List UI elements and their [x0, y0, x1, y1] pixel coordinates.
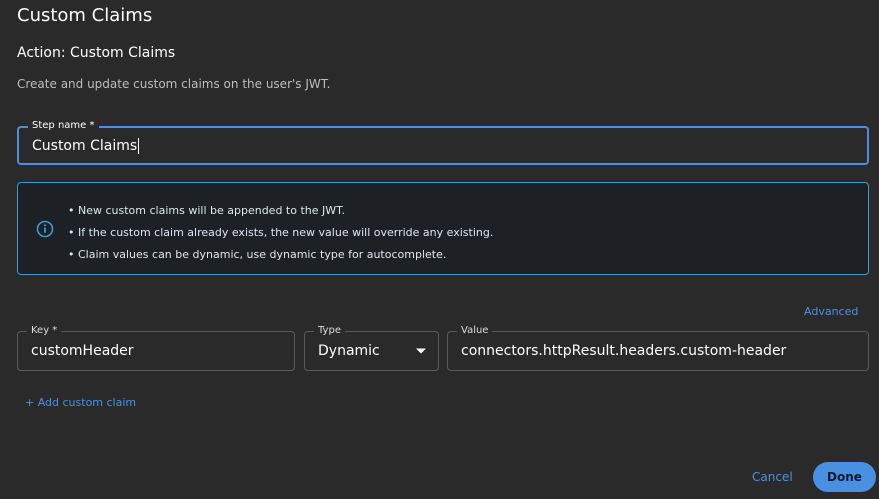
claim-type-label: Type	[314, 324, 345, 338]
info-box: New custom claims will be appended to th…	[17, 182, 869, 275]
claim-key-field[interactable]: Key * customHeader	[17, 324, 295, 371]
step-name-label: Step name *	[28, 119, 99, 133]
claim-type-select[interactable]: Type Dynamic	[304, 324, 439, 371]
cancel-button[interactable]: Cancel	[752, 470, 793, 484]
dialog-title: Custom Claims	[17, 5, 153, 26]
info-item: New custom claims will be appended to th…	[68, 200, 493, 222]
info-icon	[36, 220, 54, 238]
info-item: Claim values can be dynamic, use dynamic…	[68, 244, 493, 266]
step-name-field[interactable]: Step name * Custom Claims	[17, 119, 869, 165]
claim-type-value: Dynamic	[318, 343, 380, 359]
chevron-down-icon[interactable]	[416, 348, 426, 354]
done-button[interactable]: Done	[813, 462, 876, 492]
info-item: If the custom claim already exists, the …	[68, 222, 493, 244]
text-caret	[138, 137, 140, 154]
advanced-link[interactable]: Advanced	[804, 305, 858, 318]
claim-value-input[interactable]: connectors.httpResult.headers.custom-hea…	[461, 343, 786, 359]
add-custom-claim-button[interactable]: + Add custom claim	[25, 396, 136, 409]
step-name-input[interactable]: Custom Claims	[32, 138, 137, 154]
claim-key-input[interactable]: customHeader	[31, 343, 134, 359]
action-title: Action: Custom Claims	[17, 45, 176, 61]
claim-value-field[interactable]: Value connectors.httpResult.headers.cust…	[447, 324, 869, 371]
dialog-description: Create and update custom claims on the u…	[17, 77, 331, 91]
claim-key-label: Key *	[27, 324, 62, 338]
info-list: New custom claims will be appended to th…	[68, 200, 493, 266]
claim-value-label: Value	[457, 324, 493, 338]
